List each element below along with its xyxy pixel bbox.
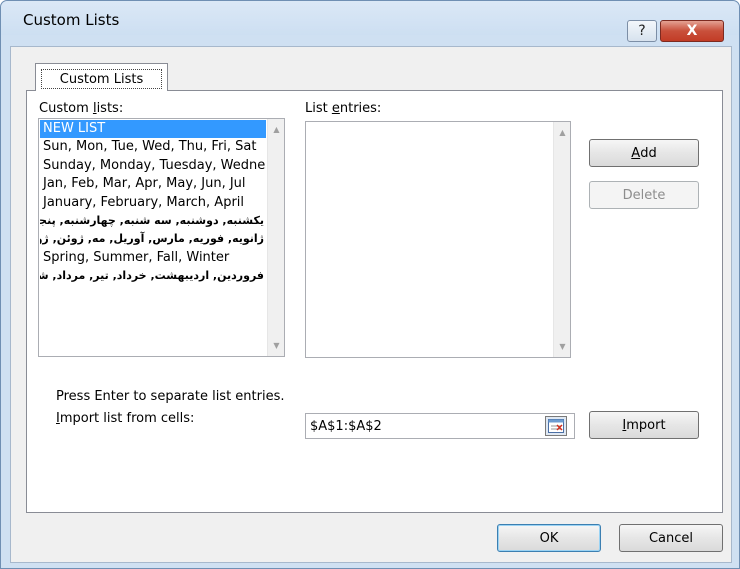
add-button[interactable]: Add: [589, 139, 699, 167]
help-button[interactable]: ?: [627, 20, 657, 42]
list-entries-scrollbar[interactable]: ▲ ▼: [553, 122, 570, 357]
import-label: Import list from cells:: [56, 411, 195, 426]
list-item[interactable]: January, February, March, April: [40, 194, 266, 212]
scroll-down-icon[interactable]: ▼: [268, 337, 285, 354]
custom-lists-items: NEW LIST Sun, Mon, Tue, Wed, Thu, Fri, S…: [40, 120, 266, 355]
ok-button[interactable]: OK: [497, 524, 601, 552]
window-title: Custom Lists: [23, 11, 120, 29]
list-item[interactable]: NEW LIST: [40, 120, 266, 139]
cancel-button[interactable]: Cancel: [619, 524, 723, 552]
dialog-body: Custom Lists Custom lists: NEW LIST Sun,…: [10, 46, 732, 563]
list-item[interactable]: Sun, Mon, Tue, Wed, Thu, Fri, Sat: [40, 138, 266, 156]
list-item[interactable]: یکشنبه, دوشنبه, سه شنبه, چهارشنبه, پنجشن…: [40, 212, 266, 230]
import-range-value: $A$1:$A$2: [310, 418, 382, 434]
scroll-up-icon[interactable]: ▲: [554, 124, 571, 141]
separator-hint: Press Enter to separate list entries.: [56, 389, 285, 404]
import-button[interactable]: Import: [589, 411, 699, 439]
custom-lists-listbox[interactable]: NEW LIST Sun, Mon, Tue, Wed, Thu, Fri, S…: [38, 118, 285, 357]
custom-lists-label: Custom lists:: [39, 101, 124, 116]
list-item[interactable]: Spring, Summer, Fall, Winter: [40, 249, 266, 267]
list-item[interactable]: Jan, Feb, Mar, Apr, May, Jun, Jul: [40, 175, 266, 193]
collapse-dialog-icon[interactable]: [545, 416, 567, 436]
title-bar: Custom Lists ? X: [1, 1, 739, 42]
tab-label: Custom Lists: [41, 69, 162, 89]
help-icon: ?: [638, 23, 646, 39]
list-item[interactable]: فروردین, اردیبهشت, خرداد, تیر, مرداد, شه…: [40, 267, 266, 285]
tab-custom-lists[interactable]: Custom Lists: [35, 63, 168, 91]
close-button[interactable]: X: [660, 20, 724, 42]
custom-lists-scrollbar[interactable]: ▲ ▼: [267, 119, 284, 356]
import-range-input[interactable]: $A$1:$A$2: [305, 413, 575, 439]
custom-lists-dialog: Custom Lists ? X Custom Lists Custom lis…: [0, 0, 740, 569]
close-icon: X: [686, 23, 698, 39]
scroll-down-icon[interactable]: ▼: [554, 338, 571, 355]
list-entries-textarea[interactable]: ▲ ▼: [305, 121, 571, 358]
tab-panel: Custom lists: NEW LIST Sun, Mon, Tue, We…: [26, 90, 723, 513]
delete-button[interactable]: Delete: [589, 181, 699, 209]
list-entries-label: List entries:: [305, 101, 382, 116]
list-item[interactable]: ژانویه, فوریه, مارس, آوریل, مه, ژوئن, ژو…: [40, 230, 266, 248]
scroll-up-icon[interactable]: ▲: [268, 121, 285, 138]
list-item[interactable]: Sunday, Monday, Tuesday, Wednesday: [40, 157, 266, 175]
